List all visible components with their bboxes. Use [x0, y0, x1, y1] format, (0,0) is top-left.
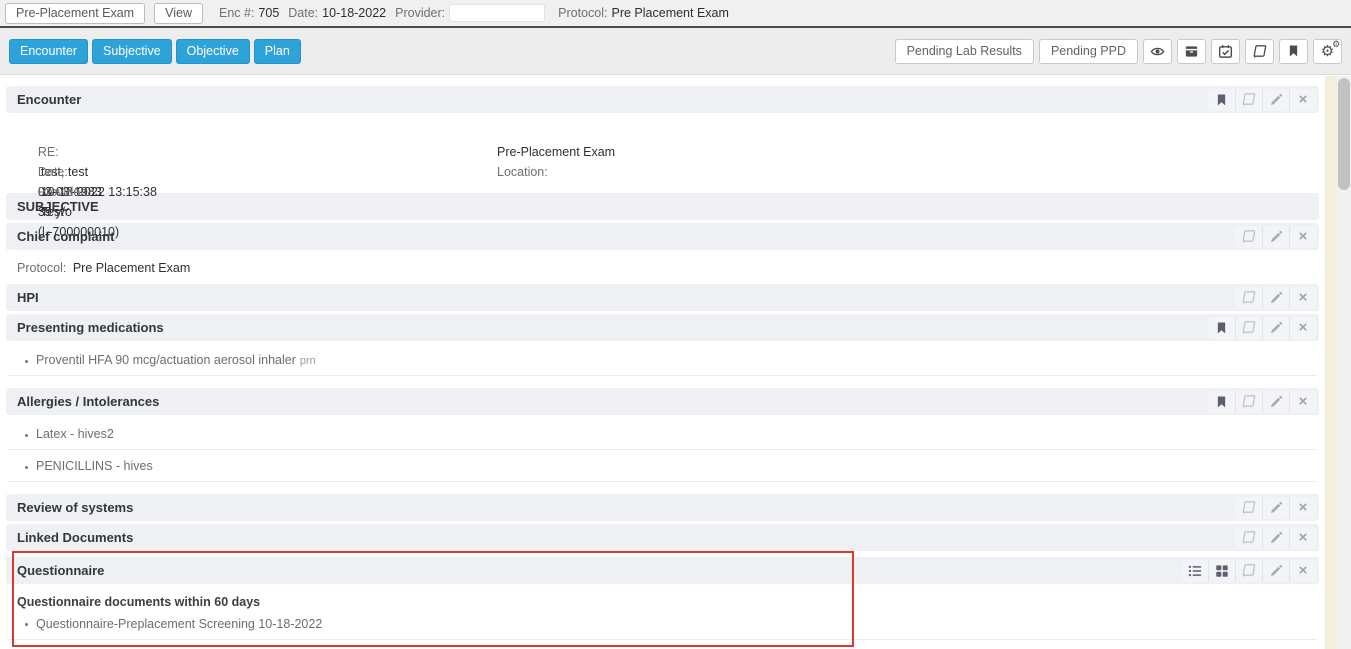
- view-button[interactable]: View: [154, 3, 203, 24]
- provider-input[interactable]: [449, 4, 545, 22]
- right-panel-edge: [1325, 76, 1337, 649]
- archive-icon[interactable]: [1177, 39, 1206, 64]
- section-header-allergies: Allergies / Intolerances ×: [6, 388, 1319, 415]
- enc-number-label: Enc #:: [219, 6, 254, 20]
- section-header-questionnaire: Questionnaire ×: [6, 557, 1319, 584]
- section-title: HPI: [17, 290, 39, 305]
- questionnaire-document-list: Questionnaire-Preplacement Screening 10-…: [8, 611, 1317, 640]
- pencil-icon[interactable]: [1262, 391, 1289, 413]
- pencil-icon[interactable]: [1262, 287, 1289, 309]
- section-header-chief-complaint: Chief complaint ×: [6, 223, 1319, 250]
- medication-frequency: prn: [300, 355, 316, 367]
- close-icon[interactable]: ×: [1289, 226, 1316, 248]
- patient-line: RE: test, test 03-03-1983 39 y/o (l -700…: [17, 122, 1319, 142]
- pending-lab-results-button[interactable]: Pending Lab Results: [895, 39, 1034, 64]
- list-view-icon[interactable]: [1181, 560, 1208, 582]
- protocol-label: Protocol:: [558, 6, 607, 20]
- protocol-value: Pre Placement Exam: [612, 6, 729, 20]
- book-icon[interactable]: [1235, 527, 1262, 549]
- enc-number-value: 705: [258, 6, 279, 20]
- book-icon[interactable]: [1235, 497, 1262, 519]
- questionnaire-document-link[interactable]: Questionnaire-Preplacement Screening 10-…: [8, 611, 1317, 640]
- cc-protocol-label: Protocol:: [17, 261, 66, 275]
- encounter-location-label: Location:: [497, 162, 548, 182]
- close-icon[interactable]: ×: [1289, 317, 1316, 339]
- medication-item: Proventil HFA 90 mcg/actuation aerosol i…: [8, 344, 1317, 376]
- encounter-body: RE: test, test 03-03-1983 39 y/o (l -700…: [6, 116, 1319, 193]
- section-header-hpi: HPI ×: [6, 284, 1319, 311]
- pencil-icon[interactable]: [1262, 226, 1289, 248]
- bookmark-icon[interactable]: [1279, 39, 1308, 64]
- section-header-presenting-medications: Presenting medications ×: [6, 314, 1319, 341]
- section-title: Allergies / Intolerances: [17, 394, 159, 409]
- medication-list: Proventil HFA 90 mcg/actuation aerosol i…: [8, 344, 1317, 376]
- vertical-scrollbar[interactable]: [1337, 76, 1351, 649]
- section-header-encounter: Encounter ×: [6, 86, 1319, 113]
- eye-icon[interactable]: [1143, 39, 1172, 64]
- section-title: Presenting medications: [17, 320, 164, 335]
- grid-view-icon[interactable]: [1208, 560, 1235, 582]
- pencil-icon[interactable]: [1262, 317, 1289, 339]
- encounter-provider-line: Provider: Test Location:: [17, 162, 1319, 182]
- close-icon[interactable]: ×: [1289, 89, 1316, 111]
- section-header-subjective: SUBJECTIVE: [6, 193, 1319, 220]
- cc-protocol-value: Pre Placement Exam: [73, 261, 190, 275]
- tab-subjective[interactable]: Subjective: [92, 39, 172, 64]
- book-icon[interactable]: [1235, 317, 1262, 339]
- pencil-icon[interactable]: [1262, 527, 1289, 549]
- book-icon[interactable]: [1235, 391, 1262, 413]
- close-icon[interactable]: ×: [1289, 560, 1316, 582]
- close-icon[interactable]: ×: [1289, 391, 1316, 413]
- section-header-review-of-systems: Review of systems ×: [6, 494, 1319, 521]
- encounter-provider-value: Test: [41, 205, 64, 219]
- tab-plan[interactable]: Plan: [254, 39, 301, 64]
- encounter-exam-type: Pre-Placement Exam: [497, 142, 615, 162]
- pencil-icon[interactable]: [1262, 560, 1289, 582]
- book-icon[interactable]: [1235, 560, 1262, 582]
- date-value: 10-18-2022: [322, 6, 386, 20]
- scrollbar-thumb[interactable]: [1338, 78, 1350, 190]
- section-title: Questionnaire: [17, 563, 104, 578]
- book-icon[interactable]: [1245, 39, 1274, 64]
- section-title: Encounter: [17, 92, 81, 107]
- allergy-item: PENICILLINS - hives: [8, 450, 1317, 482]
- patient-id: (l -700000010): [38, 225, 119, 239]
- top-toolbar: Pre-Placement Exam View Enc #: 705 Date:…: [0, 0, 1351, 28]
- tab-objective[interactable]: Objective: [176, 39, 250, 64]
- date-label: Date:: [288, 6, 318, 20]
- medication-text: Proventil HFA 90 mcg/actuation aerosol i…: [36, 353, 296, 367]
- encounter-date-line: Date: 10-18-2022 13:15:38 Pre-Placement …: [17, 142, 1319, 162]
- book-icon[interactable]: [1235, 226, 1262, 248]
- pending-ppd-button[interactable]: Pending PPD: [1039, 39, 1138, 64]
- allergy-list: Latex - hives2 PENICILLINS - hives: [8, 418, 1317, 482]
- tab-encounter[interactable]: Encounter: [9, 39, 88, 64]
- questionnaire-section: Questionnaire × Questionnaire documents …: [6, 557, 1319, 640]
- book-icon[interactable]: [1235, 89, 1262, 111]
- chief-complaint-body: Protocol: Pre Placement Exam: [6, 253, 1319, 284]
- bookmark-icon[interactable]: [1208, 317, 1235, 339]
- encounter-provider-label: Provider:: [38, 185, 88, 199]
- gears-icon[interactable]: ⚙⚙: [1313, 39, 1342, 64]
- provider-label: Provider:: [395, 6, 445, 20]
- bookmark-icon[interactable]: [1208, 391, 1235, 413]
- pencil-icon[interactable]: [1262, 497, 1289, 519]
- questionnaire-subtitle: Questionnaire documents within 60 days: [6, 587, 1319, 611]
- section-title: Review of systems: [17, 500, 133, 515]
- close-icon[interactable]: ×: [1289, 497, 1316, 519]
- section-header-linked-documents: Linked Documents ×: [6, 524, 1319, 551]
- section-title: Linked Documents: [17, 530, 133, 545]
- bookmark-icon[interactable]: [1208, 89, 1235, 111]
- exam-name-button[interactable]: Pre-Placement Exam: [5, 3, 145, 24]
- close-icon[interactable]: ×: [1289, 527, 1316, 549]
- chart-content: Encounter × RE: test, test 03-03-1983 39…: [0, 76, 1325, 649]
- close-icon[interactable]: ×: [1289, 287, 1316, 309]
- book-icon[interactable]: [1235, 287, 1262, 309]
- pencil-icon[interactable]: [1262, 89, 1289, 111]
- calendar-check-icon[interactable]: [1211, 39, 1240, 64]
- nav-toolbar: Encounter Subjective Objective Plan Pend…: [0, 28, 1351, 75]
- allergy-item: Latex - hives2: [8, 418, 1317, 450]
